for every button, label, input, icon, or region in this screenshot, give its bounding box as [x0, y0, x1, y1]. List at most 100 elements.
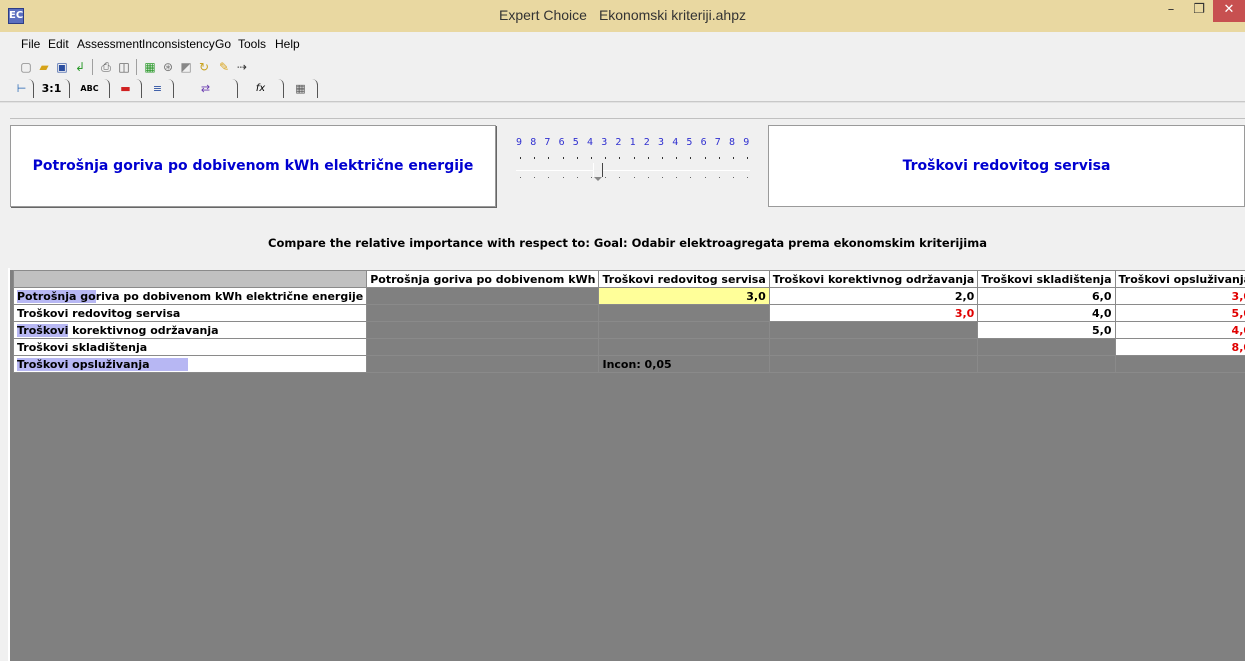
- matrix-cell-selected[interactable]: 3,0: [598, 287, 770, 305]
- menu-inconsistency[interactable]: Inconsistency: [142, 37, 215, 51]
- column-header[interactable]: Troškovi opsluživanja: [1114, 270, 1245, 288]
- scale-label: 6: [700, 137, 707, 148]
- lower-cell: [366, 355, 600, 373]
- right-element-box[interactable]: Troškovi redovitog servisa: [768, 125, 1245, 207]
- scale-label: 5: [686, 137, 693, 148]
- lower-cell: [768, 355, 979, 373]
- matrix-cell[interactable]: 6,0: [977, 287, 1116, 305]
- row-label[interactable]: Troškovi skladištenja: [12, 338, 368, 356]
- column-header[interactable]: Troškovi skladištenja: [977, 270, 1116, 288]
- diagonal-cell: [598, 304, 770, 322]
- matrix-row: Troškovi redovitog servisa 3,0 4,0 5,0: [12, 304, 1245, 322]
- diagonal-cell: [366, 287, 600, 305]
- scale-label: 7: [544, 137, 551, 148]
- menu-bar: File Edit Assessment Inconsistency Go To…: [0, 34, 1245, 54]
- scale-ticks: [518, 157, 750, 161]
- save-icon[interactable]: ▣: [54, 59, 70, 75]
- scale-label: 9: [516, 137, 523, 148]
- minimize-button[interactable]: –: [1158, 0, 1184, 22]
- column-header[interactable]: Troškovi korektivnog održavanja: [768, 270, 979, 288]
- comparison-slider[interactable]: 98765432123456789: [500, 125, 765, 207]
- menu-edit[interactable]: Edit: [48, 37, 69, 51]
- matrix-row: Troškovi korektivnog održavanja 5,0 4,0: [12, 321, 1245, 339]
- tab-questionnaire[interactable]: ⇄: [174, 79, 238, 98]
- diagonal-cell: [1114, 355, 1245, 373]
- window-title: Expert Choice Ekonomski kriteriji.ahpz: [0, 7, 1245, 23]
- menu-go[interactable]: Go: [215, 37, 231, 51]
- title-bar: EC Expert Choice Ekonomski kriteriji.ahpz…: [0, 0, 1245, 32]
- scale-label: 9: [743, 137, 750, 148]
- row-label[interactable]: Potrošnja goriva po dobivenom kWh elektr…: [12, 287, 368, 305]
- print-icon[interactable]: ⎙: [98, 59, 114, 75]
- column-header[interactable]: Troškovi redovitog servisa: [598, 270, 770, 288]
- lower-cell: [366, 304, 600, 322]
- matrix-cell[interactable]: 3,0: [768, 304, 979, 322]
- scale-label: 4: [587, 137, 594, 148]
- print-preview-icon[interactable]: ◫: [116, 59, 132, 75]
- tab-bars[interactable]: ≡: [142, 79, 174, 98]
- left-element-box[interactable]: Potrošnja goriva po dobivenom kWh elektr…: [10, 125, 496, 207]
- matrix-cell[interactable]: 2,0: [768, 287, 979, 305]
- scale-label: 8: [530, 137, 537, 148]
- lower-cell: [977, 355, 1116, 373]
- slider-track: [516, 170, 750, 171]
- refresh-icon[interactable]: ↻: [196, 59, 212, 75]
- matrix-header-row: Potrošnja goriva po dobivenom kWh Troško…: [12, 270, 1245, 288]
- matrix-cell[interactable]: 4,0: [977, 304, 1116, 322]
- menu-help[interactable]: Help: [275, 37, 300, 51]
- column-header[interactable]: Potrošnja goriva po dobivenom kWh: [366, 270, 600, 288]
- spreadsheet-icon[interactable]: ▦: [142, 59, 158, 75]
- matrix-cell[interactable]: 5,0: [977, 321, 1116, 339]
- maximize-button[interactable]: ❐: [1186, 0, 1212, 22]
- app-name: Expert Choice: [499, 7, 587, 23]
- tab-grid[interactable]: ▦: [284, 79, 318, 98]
- matrix-corner: [12, 270, 368, 288]
- matrix-cell[interactable]: 8,0: [1114, 338, 1245, 356]
- tab-verbal[interactable]: ABC: [70, 79, 110, 98]
- row-label[interactable]: Troškovi redovitog servisa: [12, 304, 368, 322]
- undo-icon[interactable]: ↲: [72, 59, 88, 75]
- lower-cell: [598, 338, 770, 356]
- chart-icon[interactable]: ◩: [178, 59, 194, 75]
- matrix-row: Potrošnja goriva po dobivenom kWh elektr…: [12, 287, 1245, 305]
- open-icon[interactable]: ▰: [36, 59, 52, 75]
- comparison-matrix: Potrošnja goriva po dobivenom kWh Troško…: [12, 270, 1245, 373]
- inconsistency-ratio: Incon: 0,05: [598, 355, 770, 373]
- scale-label: 3: [658, 137, 665, 148]
- menu-file[interactable]: File: [21, 37, 40, 51]
- tab-graphical[interactable]: ▬: [110, 79, 142, 98]
- lower-cell: [366, 338, 600, 356]
- view-tabs: ⊢ 3:1 ABC ▬ ≡ ⇄ fx ▦: [10, 79, 350, 99]
- close-button[interactable]: ✕: [1213, 0, 1245, 22]
- tab-tree[interactable]: ⊢: [10, 79, 34, 98]
- scale-label: 1: [629, 137, 636, 148]
- scale-label: 7: [714, 137, 721, 148]
- matrix-row: Troškovi skladištenja 8,0: [12, 338, 1245, 356]
- new-icon[interactable]: ▢: [18, 59, 34, 75]
- matrix-cell[interactable]: 5,0: [1114, 304, 1245, 322]
- file-name: Ekonomski kriteriji.ahpz: [598, 7, 746, 23]
- diagonal-cell: [768, 321, 979, 339]
- wand-icon[interactable]: ✎: [216, 59, 232, 75]
- menu-assessment[interactable]: Assessment: [77, 37, 142, 51]
- tab-numerical[interactable]: 3:1: [34, 79, 70, 98]
- globe-icon[interactable]: ⊛: [160, 59, 176, 75]
- matrix-cell[interactable]: 3,0: [1114, 287, 1245, 305]
- tab-formula[interactable]: fx: [238, 79, 284, 98]
- matrix-cell[interactable]: 4,0: [1114, 321, 1245, 339]
- matrix-row: Troškovi opsluživanja Incon: 0,05: [12, 355, 1245, 373]
- main-toolbar: ▢ ▰ ▣ ↲ ⎙ ◫ ▦ ⊛ ◩ ↻ ✎ ⇢: [18, 57, 418, 77]
- compare-instruction: Compare the relative importance with res…: [268, 236, 987, 250]
- scale-label: 8: [729, 137, 736, 148]
- lower-cell: [768, 338, 979, 356]
- row-label[interactable]: Troškovi opsluživanja: [12, 355, 368, 373]
- scale-label: 6: [558, 137, 565, 148]
- arrow-up-icon[interactable]: ⇢: [234, 59, 250, 75]
- scale-minor-ticks: [518, 177, 750, 181]
- menu-tools[interactable]: Tools: [238, 37, 266, 51]
- row-label[interactable]: Troškovi korektivnog održavanja: [12, 321, 368, 339]
- diagonal-cell: [977, 338, 1116, 356]
- divider: [0, 101, 1245, 103]
- slider-thumb[interactable]: [593, 163, 604, 181]
- lower-cell: [598, 321, 770, 339]
